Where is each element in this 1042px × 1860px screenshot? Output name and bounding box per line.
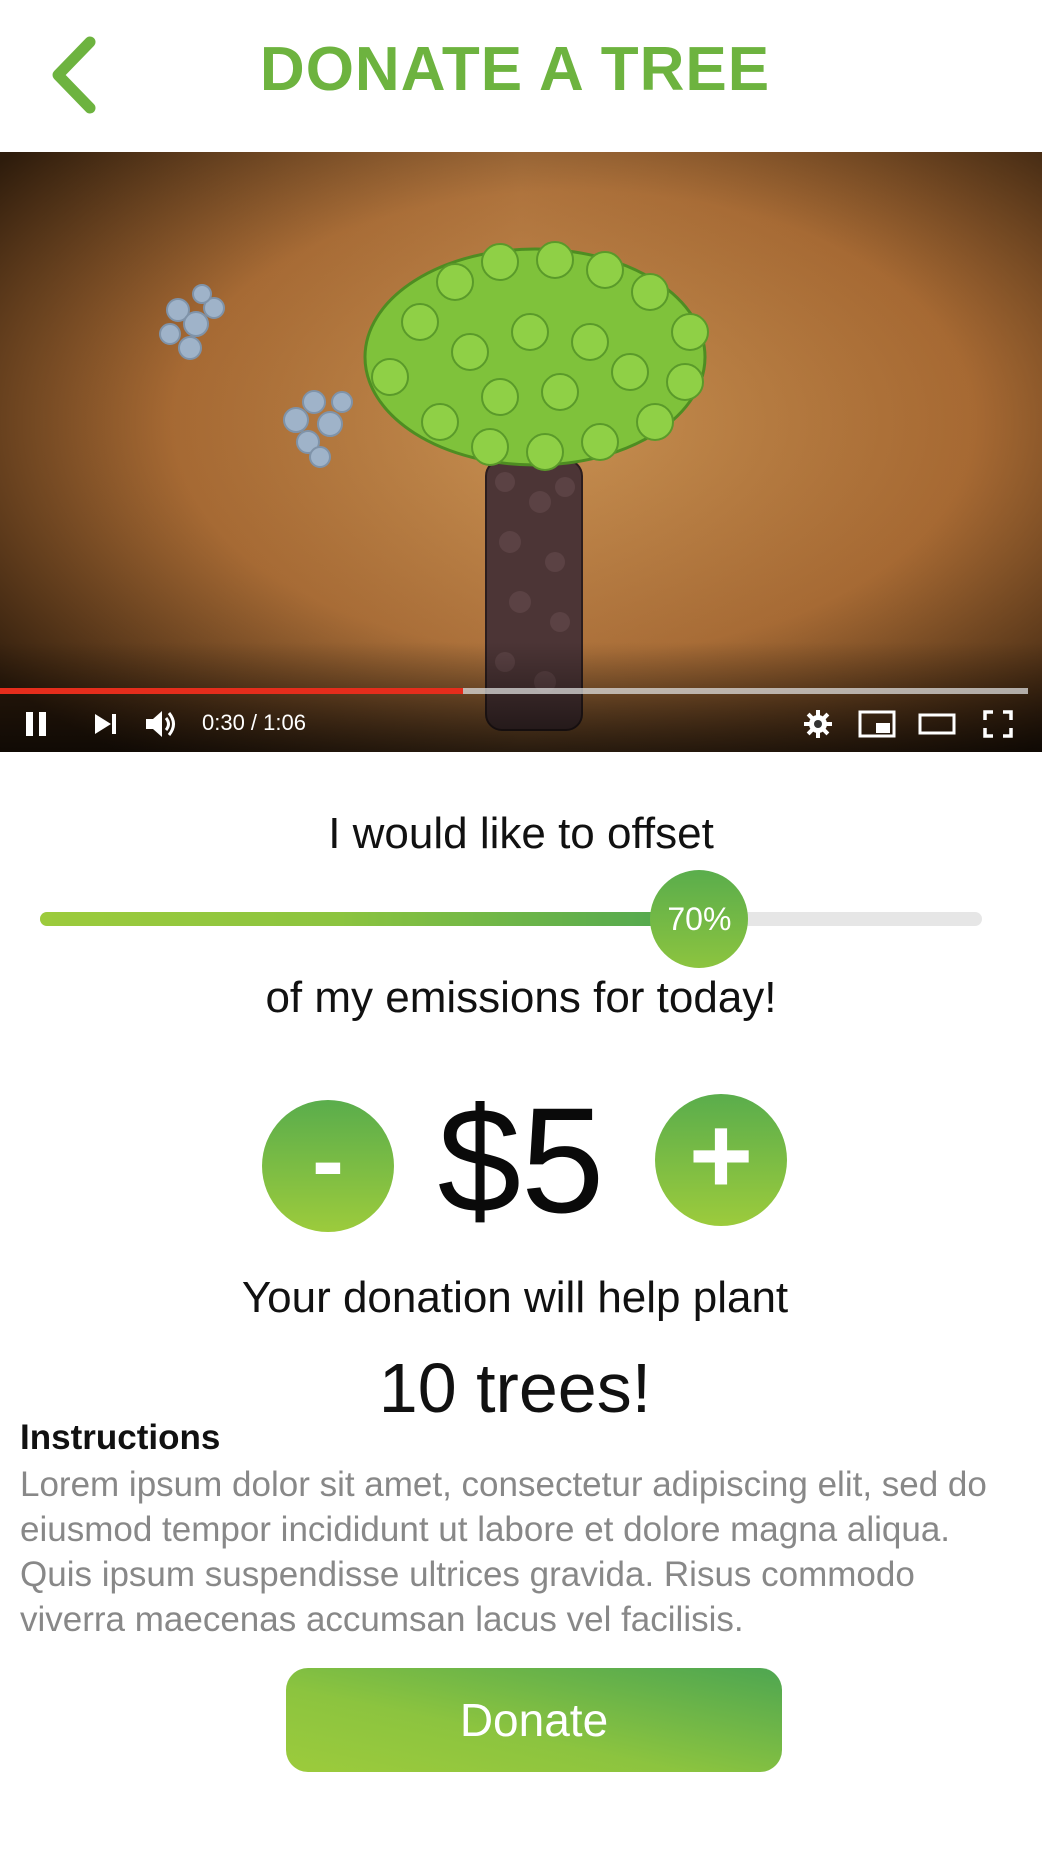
offset-lead-text: I would like to offset — [328, 809, 714, 858]
minus-icon: - — [312, 1107, 344, 1214]
fullscreen-icon — [983, 710, 1013, 738]
pause-icon — [26, 712, 46, 736]
header-bar: DONATE A TREE — [0, 0, 1042, 152]
volume-icon — [146, 711, 175, 737]
increase-amount-button[interactable]: + — [655, 1094, 787, 1226]
next-icon — [95, 714, 116, 734]
slider-thumb[interactable]: 70% — [650, 870, 749, 968]
volume-button[interactable] — [142, 700, 182, 748]
donate-button[interactable]: Donate — [286, 1668, 782, 1772]
donate-button-label: Donate — [459, 1694, 609, 1746]
donation-amount: $5 — [437, 1076, 605, 1244]
donation-help-text: Your donation will help plant — [241, 1273, 789, 1322]
page-title: DONATE A TREE — [259, 35, 771, 104]
offset-slider[interactable]: 70% — [40, 870, 982, 968]
pause-button[interactable] — [18, 700, 54, 748]
video-controls: 0:30 / 1:06 — [0, 700, 1042, 750]
fullscreen-button[interactable] — [978, 700, 1018, 748]
settings-icon — [804, 710, 832, 738]
video-progress-played — [0, 688, 463, 694]
miniplayer-button[interactable] — [856, 700, 898, 748]
miniplayer-icon — [858, 710, 896, 738]
offset-tail-text: of my emissions for today! — [265, 973, 777, 1022]
slider-track — [40, 912, 982, 926]
video-time: 0:30 / 1:06 — [202, 710, 306, 735]
decrease-amount-button[interactable]: - — [262, 1100, 394, 1232]
settings-button[interactable] — [800, 700, 836, 748]
theater-button[interactable] — [916, 700, 958, 748]
video-progress-bar[interactable] — [0, 688, 1028, 694]
slider-percent-label: 70% — [667, 900, 732, 937]
instructions-body: Lorem ipsum dolor sit amet, consectetur … — [20, 1465, 987, 1639]
instructions-heading: Instructions — [20, 1418, 221, 1457]
plus-icon: + — [688, 1094, 754, 1217]
slider-fill — [40, 912, 700, 926]
video-player[interactable]: 0:30 / 1:06 — [0, 152, 1042, 752]
next-button[interactable] — [88, 700, 122, 748]
theater-icon — [918, 713, 956, 735]
